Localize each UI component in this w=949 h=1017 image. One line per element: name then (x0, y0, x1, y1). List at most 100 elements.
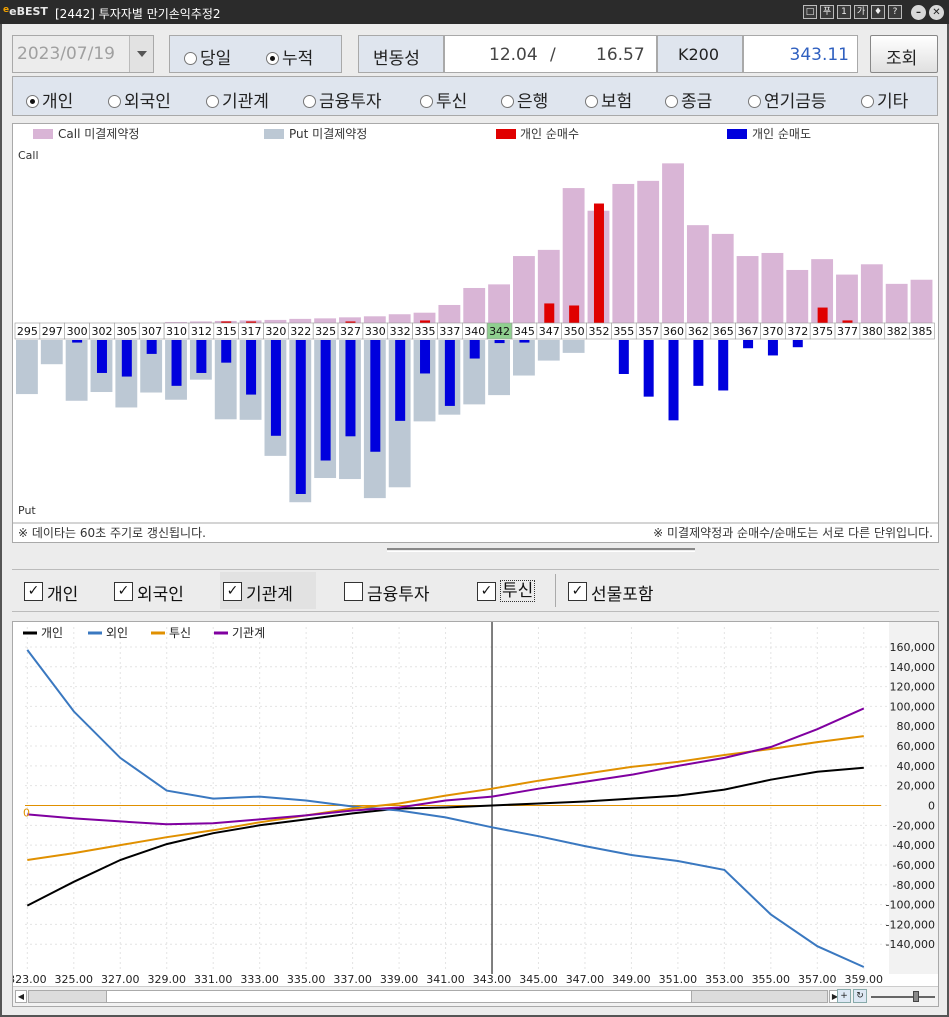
net-sell-bar (146, 340, 157, 354)
checkbox-trust[interactable]: ✓ (477, 582, 496, 601)
x-tick-label: 325.00 (55, 973, 94, 986)
radio-foreign[interactable] (108, 95, 121, 108)
window-option-button-1[interactable]: □ (803, 5, 817, 19)
minimize-button[interactable]: – (911, 5, 926, 20)
date-picker[interactable]: 2023/07/19 (12, 35, 154, 73)
window-option-button-3[interactable]: 1 (837, 5, 851, 19)
investor-radio-pension[interactable]: 연기금등 (748, 87, 827, 112)
radio-pension[interactable] (748, 95, 761, 108)
zoom-reset-icon[interactable]: ↻ (853, 989, 867, 1003)
radio-insurance[interactable] (585, 95, 598, 108)
strike-label: 352 (588, 325, 609, 338)
checkbox-institution[interactable]: ✓ (223, 582, 242, 601)
radio-bank[interactable] (501, 95, 514, 108)
strike-label: 325 (315, 325, 336, 338)
strike-label: 305 (116, 325, 137, 338)
radio-institution[interactable] (206, 95, 219, 108)
strike-label: 377 (837, 325, 858, 338)
close-button[interactable]: ✕ (929, 5, 944, 20)
oi-bar-chart: Call 미결제약정 Put 미결제약정 개인 순매수 개인 순매도 Call … (13, 126, 938, 540)
query-button[interactable]: 조회 (870, 35, 938, 73)
strike-label: 295 (17, 325, 38, 338)
x-tick-label: 323.00 (13, 973, 47, 986)
window-option-button-2[interactable]: 푸 (820, 5, 834, 19)
checkbox-individual[interactable]: ✓ (24, 582, 43, 601)
window-option-button-4[interactable]: 가 (854, 5, 868, 19)
legend-swatch-net-buy (496, 129, 516, 139)
radio-daily[interactable] (184, 52, 197, 65)
period-selector: 당일 누적 (169, 35, 342, 73)
scrollbar-thumb-left[interactable] (29, 991, 107, 1002)
put-oi-bar (16, 340, 38, 395)
net-sell-bar (295, 340, 306, 494)
checkbox-financial[interactable] (344, 582, 363, 601)
radio-other[interactable] (861, 95, 874, 108)
investor-radio-bank[interactable]: 은행 (501, 87, 548, 112)
checkbox-label-individual: 개인 (47, 585, 79, 605)
x-tick-label: 333.00 (240, 973, 279, 986)
investor-radio-institution[interactable]: 기관계 (206, 87, 269, 112)
zoom-in-icon[interactable]: + (837, 989, 851, 1003)
checkbox-foreign[interactable]: ✓ (114, 582, 133, 601)
scrollbar-thumb-right[interactable] (691, 991, 827, 1002)
window-title: [2442] 투자자별 만기손익추정2 (55, 7, 221, 21)
strike-label: 345 (514, 325, 535, 338)
title-bar: eeBEST [2442] 투자자별 만기손익추정2 □ 푸 1 가 ♦ ? –… (0, 0, 949, 24)
y-tick-label: -80,000 (893, 879, 935, 892)
net-buy-bar (817, 307, 828, 323)
radio-merchant[interactable] (665, 95, 678, 108)
investor-radio-insurance[interactable]: 보험 (585, 87, 632, 112)
call-oi-bar (836, 274, 858, 323)
net-sell-bar (246, 340, 257, 395)
series-checkbox-bar: ✓ 개인 ✓ 외국인 ✓ 기관계 금융투자 ✓ 투신 ✓ 선물포함 (12, 569, 939, 612)
strike-label: 367 (738, 325, 759, 338)
radio-financial[interactable] (303, 95, 316, 108)
y-tick-label: 60,000 (897, 740, 936, 753)
net-sell-bar (196, 340, 207, 373)
date-dropdown-button[interactable] (129, 36, 153, 72)
net-sell-bar (171, 340, 182, 386)
net-buy-bar (420, 320, 431, 323)
radio-cumulative[interactable] (266, 52, 279, 65)
strike-label: 322 (290, 325, 311, 338)
x-tick-label: 343.00 (473, 973, 512, 986)
put-oi-bar (513, 340, 535, 376)
zoom-slider-handle[interactable] (913, 991, 919, 1002)
investor-radio-merchant[interactable]: 종금 (665, 87, 712, 112)
radio-individual[interactable] (26, 95, 39, 108)
panel-splitter[interactable] (387, 548, 695, 552)
scroll-left-button[interactable]: ◀ (15, 990, 27, 1003)
investor-radio-trust[interactable]: 투신 (420, 87, 467, 112)
put-oi-bar (537, 340, 560, 361)
investor-radio-financial[interactable]: 금융투자 (303, 87, 382, 112)
investor-radio-individual[interactable]: 개인 (26, 87, 73, 112)
strike-label: 317 (241, 325, 262, 338)
y-tick-label: 40,000 (897, 760, 936, 773)
call-oi-bar (314, 318, 337, 323)
net-sell-bar (743, 340, 754, 349)
net-sell-bar (643, 340, 654, 397)
x-tick-label: 327.00 (101, 973, 140, 986)
radio-trust[interactable] (420, 95, 433, 108)
strike-label: 380 (862, 325, 883, 338)
net-sell-bar (469, 340, 480, 359)
strike-label: 300 (67, 325, 88, 338)
checkbox-include-futures[interactable]: ✓ (568, 582, 587, 601)
call-oi-bar (761, 252, 784, 323)
strike-label: 365 (713, 325, 734, 338)
checkbox-separator (555, 574, 556, 607)
strike-label: 355 (613, 325, 634, 338)
period-radio-cumulative[interactable]: 누적 (266, 44, 313, 69)
zero-marker-label: 0 (23, 807, 30, 820)
call-oi-bar (438, 304, 461, 323)
investor-radio-foreign[interactable]: 외국인 (108, 87, 171, 112)
period-radio-daily[interactable]: 당일 (184, 44, 231, 69)
window-option-button-5[interactable]: ♦ (871, 5, 885, 19)
oi-chart-panel: Call 미결제약정 Put 미결제약정 개인 순매수 개인 순매도 Call … (12, 123, 939, 543)
index-label: K200 (678, 45, 720, 64)
investor-radio-other[interactable]: 기타 (861, 87, 908, 112)
y-tick-label: 120,000 (890, 681, 936, 694)
help-button[interactable]: ? (888, 5, 902, 19)
horizontal-scrollbar-track[interactable] (28, 990, 828, 1003)
zoom-slider[interactable] (871, 991, 935, 1002)
